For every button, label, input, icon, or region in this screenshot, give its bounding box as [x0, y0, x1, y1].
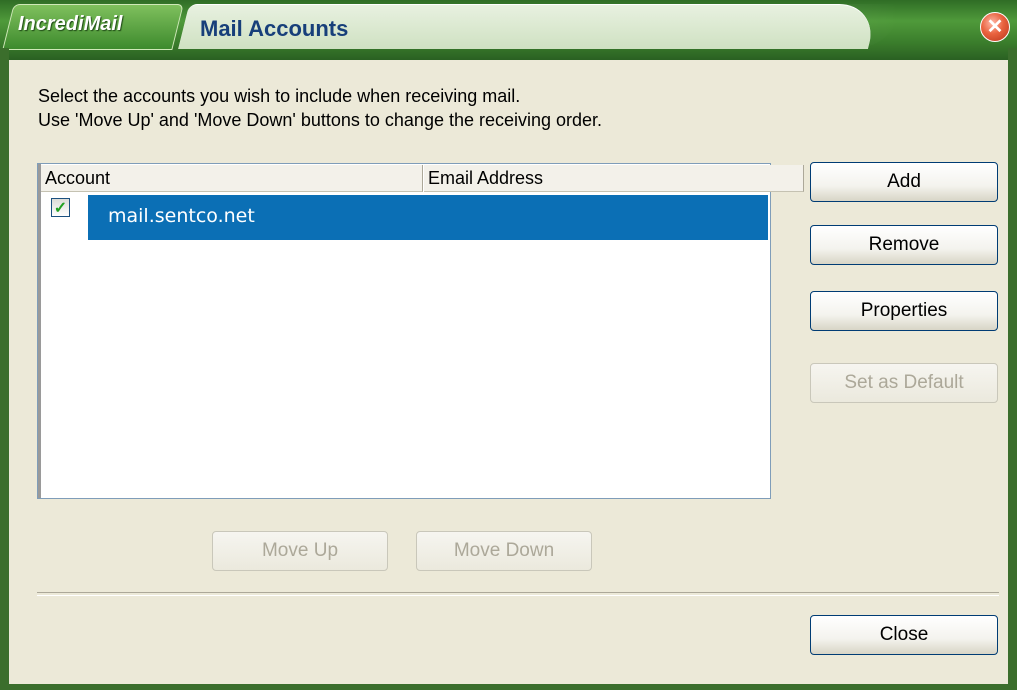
instruction-line-2: Use 'Move Up' and 'Move Down' buttons to… — [38, 110, 603, 130]
list-border-shadow — [38, 164, 41, 498]
account-name: mail.sentco.net — [108, 205, 255, 227]
move-down-label: Move Down — [453, 540, 555, 561]
column-header-email[interactable]: Email Address — [424, 165, 804, 192]
close-icon[interactable]: ✕ — [980, 12, 1010, 42]
close-button-label: Close — [879, 624, 929, 645]
add-button[interactable]: Add — [810, 162, 998, 202]
properties-button[interactable]: Properties — [810, 291, 998, 331]
window-frame-left — [0, 48, 9, 690]
window-title: Mail Accounts — [200, 16, 349, 41]
title-bar[interactable]: IncrediMail Mail Accounts ✕ — [0, 0, 1017, 60]
set-as-default-label: Set as Default — [844, 372, 964, 393]
add-button-label: Add — [887, 171, 921, 192]
window-frame-bottom — [0, 684, 1017, 690]
separator — [37, 592, 999, 596]
remove-button-label: Remove — [868, 234, 940, 255]
move-up-label: Move Up — [261, 540, 339, 561]
mail-accounts-dialog: IncrediMail Mail Accounts ✕ Select the a… — [0, 0, 1017, 690]
close-button[interactable]: Close — [810, 615, 998, 655]
column-header-account[interactable]: Account — [41, 165, 423, 192]
set-as-default-button[interactable]: Set as Default — [810, 363, 998, 403]
brand-logo: IncrediMail — [18, 13, 123, 35]
move-up-button[interactable]: Move Up — [212, 531, 388, 571]
account-checkbox[interactable]: ✓ — [51, 198, 70, 217]
move-down-button[interactable]: Move Down — [416, 531, 592, 571]
remove-button[interactable]: Remove — [810, 225, 998, 265]
instruction-line-1: Select the accounts you wish to include … — [38, 86, 521, 106]
window-frame-right — [1008, 48, 1017, 690]
properties-button-label: Properties — [860, 300, 948, 321]
